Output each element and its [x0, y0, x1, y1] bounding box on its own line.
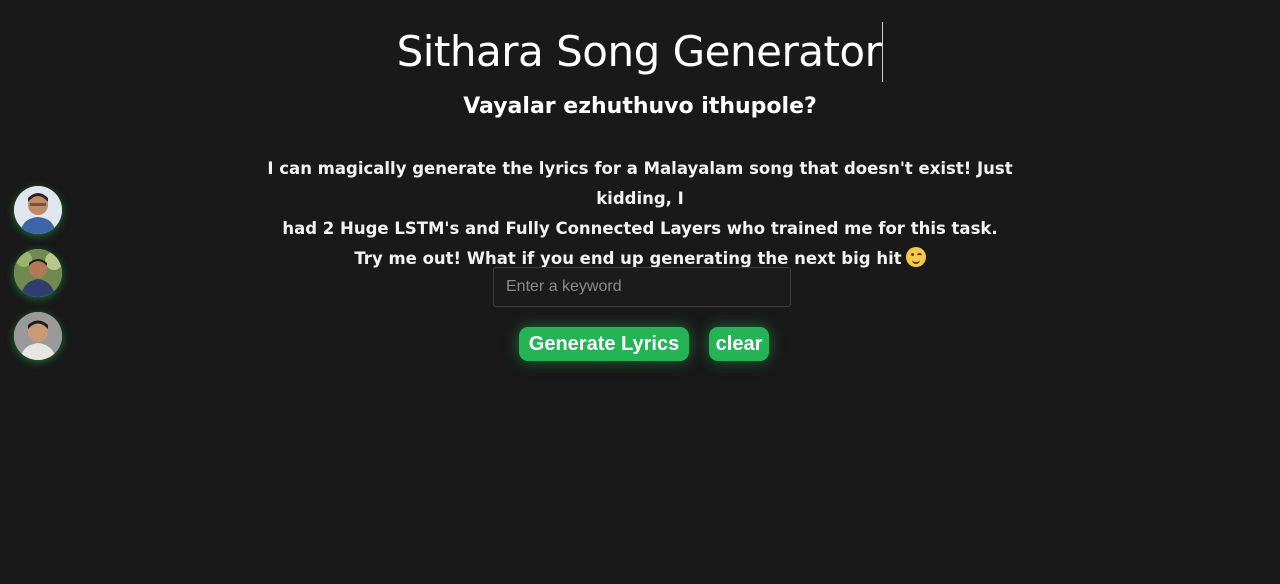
page: Sithara Song Generator Vayalar ezhuthuvo…	[0, 0, 1280, 584]
profile-photo-icon	[14, 312, 62, 360]
contributors-list	[14, 186, 62, 375]
clear-button[interactable]: clear	[709, 327, 769, 361]
profile-photo-icon	[14, 249, 62, 297]
title-wrap: Sithara Song Generator	[0, 22, 1280, 82]
keyword-input[interactable]	[493, 267, 791, 307]
generate-lyrics-button[interactable]: Generate Lyrics	[519, 327, 689, 361]
contributor-avatar-2[interactable]	[14, 249, 62, 297]
profile-photo-icon	[14, 186, 62, 234]
description-line-2: had 2 Huge LSTM's and Fully Connected La…	[282, 219, 998, 238]
description-line-1: I can magically generate the lyrics for …	[267, 159, 1013, 208]
description-line-3-text: Try me out! What if you end up generatin…	[354, 249, 902, 268]
page-subtitle: Vayalar ezhuthuvo ithupole?	[463, 94, 817, 119]
page-title: Sithara Song Generator	[397, 22, 884, 82]
contributor-avatar-3[interactable]	[14, 312, 62, 360]
contributor-avatar-1[interactable]	[14, 186, 62, 234]
description: I can magically generate the lyrics for …	[240, 154, 1040, 274]
winking-face-emoji-icon	[905, 247, 926, 267]
